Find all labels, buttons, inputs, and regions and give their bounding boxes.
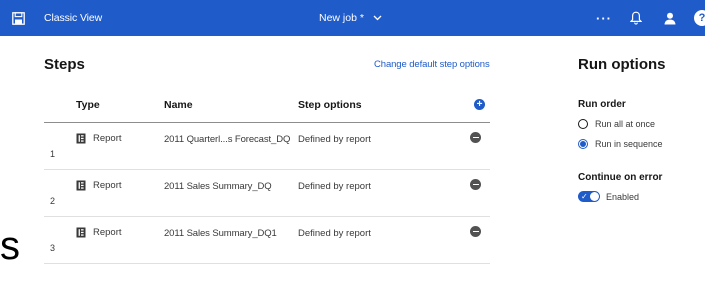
row-step-options: Defined by report <box>298 134 371 145</box>
check-icon: ✓ <box>581 192 588 201</box>
row-type-label: Report <box>93 180 122 191</box>
row-name: 2011 Quarterl...s Forecast_DQ <box>164 134 291 145</box>
minus-icon <box>472 183 479 186</box>
add-icon: + <box>476 98 483 110</box>
table-row[interactable]: 1 Report 2011 Quarterl...s Forecast_DQ D… <box>44 123 490 170</box>
top-bar: Classic View New job * ··· ? <box>0 0 705 36</box>
continue-on-error-toggle[interactable]: ✓ <box>578 191 600 202</box>
run-order-label: Run order <box>578 99 626 110</box>
job-title-menu[interactable]: New job * <box>319 0 382 36</box>
table-row[interactable]: 3 Report 2011 Sales Summary_DQ1 Defined … <box>44 217 490 264</box>
stray-text: s <box>0 224 20 268</box>
report-icon <box>76 133 86 144</box>
help-button[interactable]: ? <box>694 0 705 36</box>
toggle-state-label: Enabled <box>606 191 640 202</box>
radio-unselected-icon <box>578 119 588 129</box>
report-icon <box>76 227 86 238</box>
column-header-name: Name <box>164 99 193 111</box>
add-step-button[interactable]: + <box>474 99 485 110</box>
radio-run-all-at-once[interactable]: Run all at once <box>578 119 655 129</box>
row-name: 2011 Sales Summary_DQ <box>164 181 272 192</box>
app-title: Classic View <box>44 12 103 24</box>
toggle-knob <box>590 192 599 201</box>
row-number: 2 <box>50 196 56 206</box>
save-button[interactable] <box>10 10 26 26</box>
radio-run-in-sequence[interactable]: Run in sequence <box>578 139 663 149</box>
save-icon <box>11 11 25 25</box>
user-icon <box>664 12 676 24</box>
top-bar-left: Classic View <box>10 0 102 36</box>
minus-icon <box>472 230 479 233</box>
column-header-step-options: Step options <box>298 99 362 111</box>
row-type-label: Report <box>93 133 122 144</box>
steps-table-header: Type Name Step options + <box>44 94 490 123</box>
column-header-type: Type <box>76 99 100 111</box>
notification-bell-icon <box>630 11 642 25</box>
row-step-options: Defined by report <box>298 181 371 192</box>
minus-icon <box>472 136 479 139</box>
remove-step-button[interactable] <box>470 179 481 190</box>
more-options-icon: ··· <box>596 10 612 26</box>
table-row[interactable]: 2 Report 2011 Sales Summary_DQ Defined b… <box>44 170 490 217</box>
more-options-button[interactable]: ··· <box>596 0 612 36</box>
row-type: Report <box>76 180 122 191</box>
radio-label: Run in sequence <box>595 139 663 149</box>
row-type: Report <box>76 227 122 238</box>
user-profile-button[interactable] <box>664 0 676 36</box>
row-type: Report <box>76 133 122 144</box>
remove-step-button[interactable] <box>470 132 481 143</box>
chevron-down-icon <box>373 15 382 21</box>
notifications-button[interactable] <box>630 0 642 36</box>
radio-selected-icon <box>578 139 588 149</box>
run-options-title: Run options <box>578 56 666 73</box>
remove-step-button[interactable] <box>470 226 481 237</box>
continue-on-error-label: Continue on error <box>578 172 663 183</box>
row-number: 1 <box>50 149 56 159</box>
change-default-step-options-link[interactable]: Change default step options <box>374 59 490 70</box>
steps-title: Steps <box>44 56 85 73</box>
help-icon: ? <box>694 10 705 26</box>
row-name: 2011 Sales Summary_DQ1 <box>164 228 277 239</box>
row-number: 3 <box>50 243 56 253</box>
radio-label: Run all at once <box>595 119 656 129</box>
continue-on-error-setting: ✓ Enabled <box>578 191 639 202</box>
row-type-label: Report <box>93 227 122 238</box>
job-title: New job * <box>319 12 364 24</box>
row-step-options: Defined by report <box>298 228 371 239</box>
report-icon <box>76 180 86 191</box>
